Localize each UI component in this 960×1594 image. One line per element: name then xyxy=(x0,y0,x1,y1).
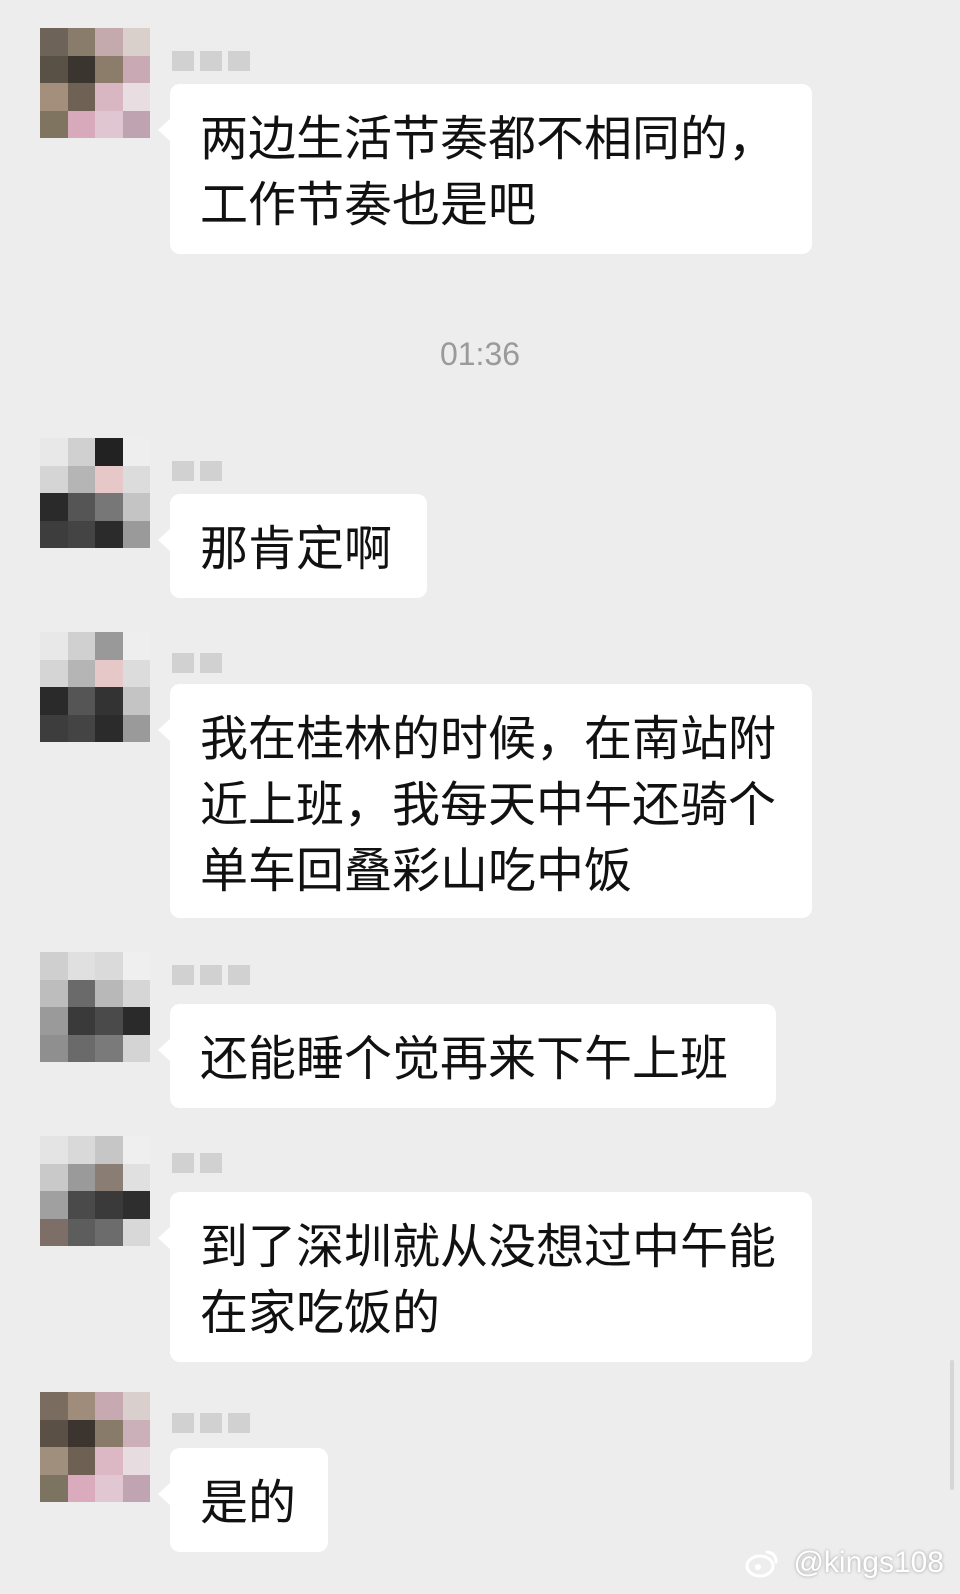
message-bubble[interactable]: 是的 xyxy=(158,1448,328,1552)
sender-nickname xyxy=(172,1412,250,1434)
avatar[interactable] xyxy=(40,632,150,742)
watermark: @kings108 xyxy=(745,1546,944,1580)
avatar[interactable] xyxy=(40,438,150,548)
sender-nickname xyxy=(172,964,250,986)
avatar[interactable] xyxy=(40,1392,150,1502)
message-bubble[interactable]: 那肯定啊 xyxy=(158,494,427,598)
sender-nickname xyxy=(172,652,222,674)
message-bubble[interactable]: 两边生活节奏都不相同的， 工作节奏也是吧 xyxy=(158,84,812,254)
watermark-handle: @kings108 xyxy=(793,1546,944,1579)
sender-nickname xyxy=(172,1152,222,1174)
message-bubble[interactable]: 还能睡个觉再来下午上班 xyxy=(158,1004,776,1108)
message-bubble[interactable]: 到了深圳就从没想过中午能 在家吃饭的 xyxy=(158,1192,812,1362)
sender-nickname xyxy=(172,50,250,72)
weibo-logo-icon xyxy=(745,1548,779,1578)
avatar[interactable] xyxy=(40,28,150,138)
avatar[interactable] xyxy=(40,952,150,1062)
avatar[interactable] xyxy=(40,1136,150,1246)
sender-nickname xyxy=(172,460,222,482)
chat-timestamp: 01:36 xyxy=(439,336,521,372)
message-bubble[interactable]: 我在桂林的时候，在南站附 近上班，我每天中午还骑个 单车回叠彩山吃中饭 xyxy=(158,684,812,918)
scrollbar[interactable] xyxy=(950,1360,954,1490)
